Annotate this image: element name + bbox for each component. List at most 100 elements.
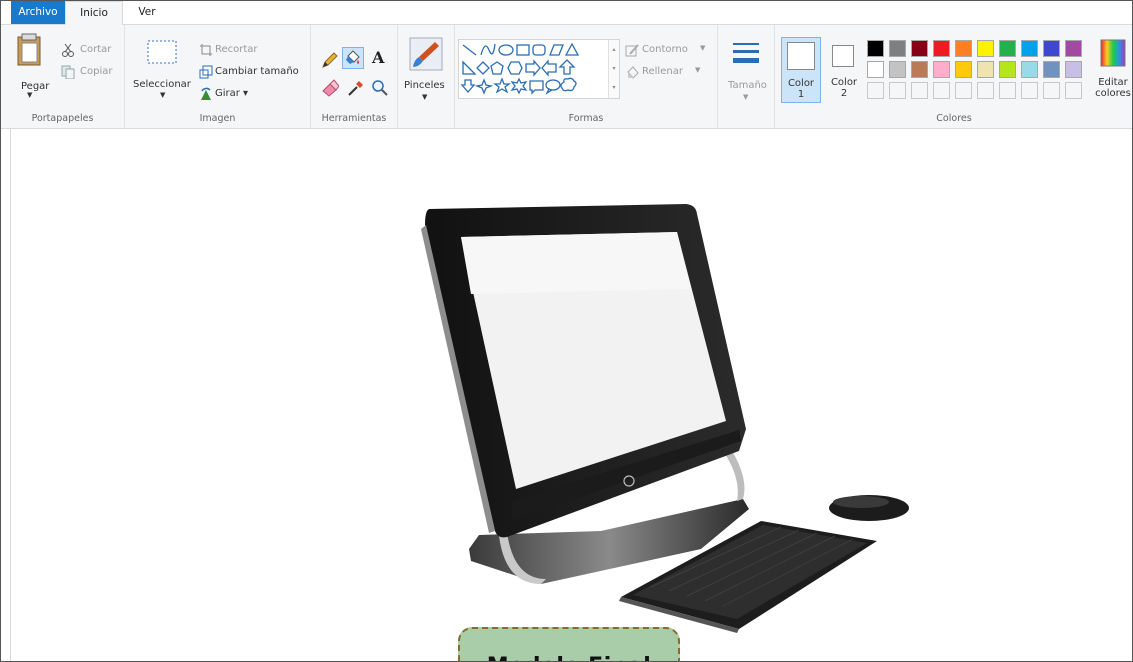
- scissors-icon: [62, 43, 74, 57]
- resize-icon: [199, 65, 213, 79]
- resize-label: Cambiar tamaño: [215, 66, 299, 77]
- rainbow-palette-icon: [1100, 39, 1126, 67]
- cut-label: Cortar: [80, 44, 112, 55]
- color-palette: [867, 40, 1087, 100]
- tools-group-label: Herramientas: [321, 113, 387, 124]
- edit-colors-button[interactable]: Editar colores: [1093, 39, 1132, 105]
- shapes-gallery-icons: [460, 42, 580, 95]
- select-label: Seleccionar: [133, 79, 191, 90]
- palette-swatch[interactable]: [1065, 40, 1082, 57]
- pencil-icon[interactable]: [321, 51, 339, 69]
- fill-dropdown-arrow[interactable]: ▼: [695, 66, 700, 74]
- fill-tool-button[interactable]: [342, 47, 364, 69]
- palette-swatch[interactable]: [977, 61, 994, 78]
- palette-swatch[interactable]: [1021, 40, 1038, 57]
- tab-home[interactable]: Inicio: [65, 1, 123, 25]
- palette-swatch[interactable]: [911, 40, 928, 57]
- color2-button[interactable]: Color 2: [825, 37, 865, 103]
- palette-custom-slot[interactable]: [911, 82, 928, 99]
- select-dropdown-arrow[interactable]: ▼: [160, 91, 165, 99]
- brushes-label: Pinceles: [404, 80, 445, 91]
- palette-swatch[interactable]: [867, 61, 884, 78]
- eraser-icon[interactable]: [321, 79, 339, 97]
- rotate-button[interactable]: Girar ▾: [199, 87, 269, 103]
- palette-swatch[interactable]: [867, 40, 884, 57]
- final-model-badge-text: Modelo Final: [460, 654, 678, 661]
- brushes-group: Pinceles ▼: [398, 25, 455, 128]
- palette-swatch[interactable]: [933, 61, 950, 78]
- image-group: Seleccionar ▼ Recortar Cambiar tamaño Gi…: [125, 25, 311, 128]
- tab-file[interactable]: Archivo: [11, 1, 65, 24]
- crop-icon: [200, 44, 212, 56]
- fill-bucket-icon: [346, 50, 360, 64]
- tools-group: A Herramientas: [311, 25, 398, 128]
- tab-view[interactable]: Ver: [129, 1, 165, 24]
- clipboard-group: Pegar ▼ Cortar Copiar Portapapeles: [1, 25, 125, 128]
- palette-swatch[interactable]: [955, 40, 972, 57]
- size-dropdown-arrow[interactable]: ▼: [743, 93, 748, 101]
- size-button[interactable]: Tamaño ▼: [722, 37, 770, 103]
- drawing-canvas[interactable]: [1, 129, 1132, 661]
- colors-group-label: Colores: [936, 113, 972, 124]
- palette-swatch[interactable]: [977, 40, 994, 57]
- palette-custom-slot[interactable]: [933, 82, 950, 99]
- fill-label: Rellenar: [642, 66, 683, 77]
- palette-custom-slot[interactable]: [999, 82, 1016, 99]
- paste-icon: [17, 33, 41, 66]
- color1-swatch: [787, 42, 815, 70]
- paste-button[interactable]: Pegar ▼: [9, 31, 50, 99]
- copy-button[interactable]: Copiar: [61, 65, 121, 81]
- palette-swatch[interactable]: [1043, 40, 1060, 57]
- edit-colors-label: Editar colores: [1095, 77, 1131, 99]
- outline-pencil-icon: [625, 44, 639, 57]
- palette-custom-slot[interactable]: [977, 82, 994, 99]
- palette-swatch[interactable]: [1065, 61, 1082, 78]
- color1-button[interactable]: Color 1: [781, 37, 821, 103]
- crop-label: Recortar: [215, 44, 258, 55]
- shapes-scrollbar[interactable]: ▴ ▾ ▾: [608, 40, 619, 98]
- select-button[interactable]: Seleccionar ▼: [129, 37, 191, 99]
- fill-button[interactable]: Rellenar ▼: [625, 65, 711, 81]
- palette-custom-slot[interactable]: [1043, 82, 1060, 99]
- palette-swatch[interactable]: [889, 61, 906, 78]
- paint-window: Archivo Inicio Ver Pegar ▼ Cortar Copiar…: [0, 0, 1133, 662]
- text-tool-icon[interactable]: A: [372, 48, 384, 67]
- outline-button[interactable]: Contorno ▼: [625, 43, 711, 59]
- palette-custom-slot[interactable]: [1065, 82, 1082, 99]
- final-model-badge: Modelo Final: [458, 627, 680, 661]
- brushes-button[interactable]: Pinceles ▼: [402, 37, 450, 103]
- outline-dropdown-arrow[interactable]: ▼: [700, 44, 705, 52]
- palette-custom-slot[interactable]: [1021, 82, 1038, 99]
- palette-swatch[interactable]: [911, 61, 928, 78]
- paste-label: Pegar: [21, 81, 50, 92]
- rotate-icon: [201, 87, 211, 100]
- paste-dropdown-arrow[interactable]: ▼: [27, 91, 32, 99]
- shapes-gallery[interactable]: ▴ ▾ ▾: [458, 39, 620, 99]
- palette-swatch[interactable]: [933, 40, 950, 57]
- magnifier-icon[interactable]: [371, 79, 389, 97]
- line-width-icon: [733, 43, 759, 63]
- palette-swatch[interactable]: [1021, 61, 1038, 78]
- clipboard-group-label: Portapapeles: [31, 113, 94, 124]
- cut-button[interactable]: Cortar: [61, 43, 121, 59]
- colors-group: Color 1 Color 2 Editar colores Colores: [775, 25, 1132, 128]
- color-picker-icon[interactable]: [347, 79, 365, 97]
- palette-swatch[interactable]: [955, 61, 972, 78]
- palette-custom-slot[interactable]: [867, 82, 884, 99]
- computer-photo: [421, 204, 909, 633]
- selection-rect-icon: [147, 40, 177, 64]
- palette-swatch[interactable]: [889, 40, 906, 57]
- size-label: Tamaño: [728, 80, 767, 91]
- ribbon-tab-bar: Archivo Inicio Ver: [1, 1, 1132, 25]
- crop-button[interactable]: Recortar: [199, 43, 299, 59]
- palette-custom-slot[interactable]: [955, 82, 972, 99]
- resize-button[interactable]: Cambiar tamaño: [199, 65, 307, 81]
- palette-swatch[interactable]: [999, 40, 1016, 57]
- brushes-dropdown-arrow[interactable]: ▼: [422, 93, 427, 101]
- ribbon: Pegar ▼ Cortar Copiar Portapapeles Selec…: [1, 25, 1132, 129]
- palette-swatch[interactable]: [1043, 61, 1060, 78]
- canvas-left-margin: [1, 129, 11, 661]
- shapes-group-label: Formas: [568, 113, 604, 124]
- palette-swatch[interactable]: [999, 61, 1016, 78]
- palette-custom-slot[interactable]: [889, 82, 906, 99]
